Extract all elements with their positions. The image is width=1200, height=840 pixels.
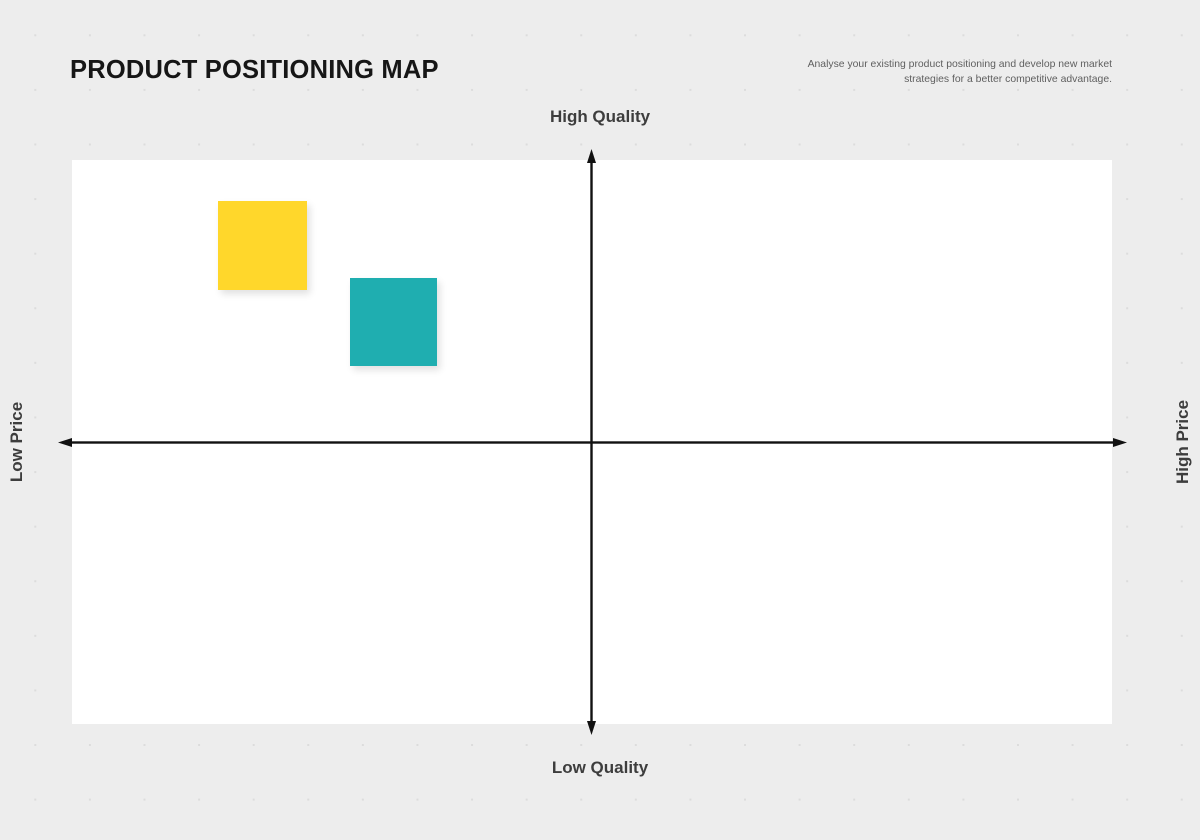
axis-label-high-price: High Price [1173,399,1192,485]
product-marker-teal[interactable] [350,278,437,366]
product-marker-yellow[interactable] [218,201,307,290]
page-title: PRODUCT POSITIONING MAP [70,56,439,84]
axis-label-low-quality: Low Quality [551,758,649,777]
product-positioning-map: PRODUCT POSITIONING MAP Analyse your exi… [0,0,1200,840]
axis-label-high-quality: High Quality [549,107,651,126]
subtitle-text: Analyse your existing product positionin… [807,59,1112,85]
horizontal-axis-price [58,438,1127,447]
axis-label-low-price: Low Price [7,401,26,483]
